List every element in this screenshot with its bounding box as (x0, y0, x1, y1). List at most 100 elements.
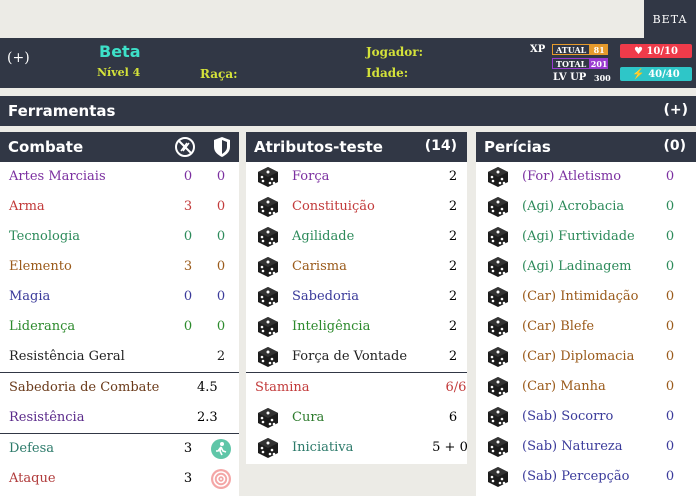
skill-label: (Agi) Acrobacia (522, 199, 625, 214)
attack-row: Ataque 3 (0, 464, 239, 494)
skill-value: 0 (665, 199, 675, 214)
defense-value: 3 (183, 441, 193, 456)
combat-header: Combate (0, 132, 239, 162)
skill-row[interactable]: (Agi) Furtividade 0 (476, 222, 696, 252)
combat-row-value: 0 (183, 169, 193, 184)
dice-icon[interactable] (487, 196, 509, 218)
skill-row[interactable]: (Car) Manha 0 (476, 372, 696, 402)
dice-icon[interactable] (257, 346, 279, 368)
attributes-header: Atributos-teste (14) (246, 132, 467, 162)
dice-icon[interactable] (487, 466, 509, 488)
skill-row[interactable]: (Car) Diplomacia 0 (476, 342, 696, 372)
dice-icon[interactable] (487, 166, 509, 188)
add-button[interactable]: (+) (7, 50, 30, 66)
attack-label: Ataque (9, 471, 56, 486)
xp-current: ATUAL 81 (552, 44, 608, 55)
character-header: (+) Beta Nível 4 Raça: Jogador: Idade: X… (0, 38, 696, 88)
combat-wisdom-value: 4.5 (197, 380, 218, 395)
skill-row[interactable]: (Sab) Percepção 0 (476, 462, 696, 492)
combat-row[interactable]: Magia 0 0 (0, 282, 239, 312)
combat-row-value: 0 (183, 229, 193, 244)
skill-value: 0 (665, 319, 675, 334)
dice-icon[interactable] (257, 226, 279, 248)
combat-row[interactable]: Tecnologia 0 0 (0, 222, 239, 252)
stamina-value: 6/6 (445, 380, 467, 395)
skill-label: (Car) Blefe (522, 319, 595, 334)
combat-row[interactable]: Arma 3 0 (0, 192, 239, 222)
shield-icon (214, 137, 230, 157)
skill-label: (Car) Manha (522, 379, 606, 394)
dice-icon[interactable] (487, 406, 509, 428)
run-icon[interactable] (211, 439, 231, 459)
resistance-row: Resistência 2.3 (0, 403, 239, 433)
skill-row[interactable]: (Car) Blefe 0 (476, 312, 696, 342)
combat-row-defense: 0 (216, 289, 226, 304)
dice-icon[interactable] (487, 256, 509, 278)
resistance-value: 2.3 (197, 410, 218, 425)
skill-row[interactable]: (Agi) Ladinagem 0 (476, 252, 696, 282)
attribute-row[interactable]: Carisma 2 (246, 252, 467, 282)
tools-add-button[interactable]: (+) (663, 102, 688, 118)
skill-label: (For) Atletismo (522, 169, 622, 184)
skill-row[interactable]: (Sab) Socorro 0 (476, 402, 696, 432)
attribute-value: 2 (448, 229, 458, 244)
xp-total-label: TOTAL (552, 58, 591, 69)
dice-icon[interactable] (487, 346, 509, 368)
attribute-label: Carisma (292, 259, 347, 274)
skill-row[interactable]: (Car) Intimidação 0 (476, 282, 696, 312)
dice-icon[interactable] (257, 286, 279, 308)
skill-row[interactable]: (Sab) Natureza 0 (476, 432, 696, 462)
attribute-row[interactable]: Força 2 (246, 162, 467, 192)
character-name[interactable]: Beta (99, 42, 141, 61)
skill-value: 0 (665, 289, 675, 304)
dice-icon[interactable] (257, 166, 279, 188)
combat-row[interactable]: Resistência Geral 2 (0, 342, 239, 372)
combat-row-label: Artes Marciais (9, 169, 106, 184)
skill-row[interactable]: (Agi) Acrobacia 0 (476, 192, 696, 222)
resistance-label: Resistência (9, 410, 85, 425)
combat-row[interactable]: Artes Marciais 0 0 (0, 162, 239, 192)
tab-beta[interactable]: BETA (644, 0, 696, 38)
attribute-label: Sabedoria (292, 289, 359, 304)
skill-label: (Sab) Socorro (522, 409, 614, 424)
combat-row[interactable]: Liderança 0 0 (0, 312, 239, 342)
combat-row-defense: 0 (216, 169, 226, 184)
dice-icon[interactable] (487, 376, 509, 398)
dice-icon[interactable] (257, 316, 279, 338)
dice-icon[interactable] (487, 286, 509, 308)
no-magic-icon (175, 137, 195, 157)
attribute-row[interactable]: Inteligência 2 (246, 312, 467, 342)
combat-row-label: Elemento (9, 259, 72, 274)
attribute-row[interactable]: Força de Vontade 2 (246, 342, 467, 372)
initiative-value: 5 + 0 (432, 440, 468, 455)
dice-icon[interactable] (487, 316, 509, 338)
skills-count: (0) (663, 138, 686, 154)
attribute-row[interactable]: Agilidade 2 (246, 222, 467, 252)
attribute-row[interactable]: Sabedoria 2 (246, 282, 467, 312)
dice-icon[interactable] (257, 256, 279, 278)
lvup-value: 300 (594, 73, 611, 83)
attributes-title: Atributos-teste (254, 138, 383, 156)
attribute-row[interactable]: Constituição 2 (246, 192, 467, 222)
heal-row[interactable]: Cura 6 (246, 403, 467, 433)
xp-total-value: 201 (590, 58, 608, 69)
dice-icon[interactable] (257, 437, 279, 459)
skill-row[interactable]: (For) Atletismo 0 (476, 162, 696, 192)
skill-label: (Agi) Ladinagem (522, 259, 632, 274)
initiative-label: Iniciativa (292, 440, 354, 455)
lvup-label: LV UP (553, 72, 587, 83)
hp-bar[interactable]: ♥ 10/10 (620, 44, 692, 58)
attributes-panel: Atributos-teste (14) Força 2 Constituição 2… (246, 132, 468, 464)
dice-icon[interactable] (487, 226, 509, 248)
dice-icon[interactable] (487, 436, 509, 458)
dice-icon[interactable] (257, 196, 279, 218)
energy-bar[interactable]: ⚡ 40/40 (620, 67, 692, 81)
dice-icon[interactable] (257, 407, 279, 429)
combat-row[interactable]: Elemento 3 0 (0, 252, 239, 282)
target-icon[interactable] (211, 469, 231, 489)
attribute-value: 2 (448, 169, 458, 184)
initiative-row[interactable]: Iniciativa 5 + 0 (246, 433, 468, 463)
tab-label: BETA (652, 12, 688, 26)
xp-total: TOTAL 201 (552, 58, 608, 69)
attribute-label: Força (292, 169, 330, 184)
